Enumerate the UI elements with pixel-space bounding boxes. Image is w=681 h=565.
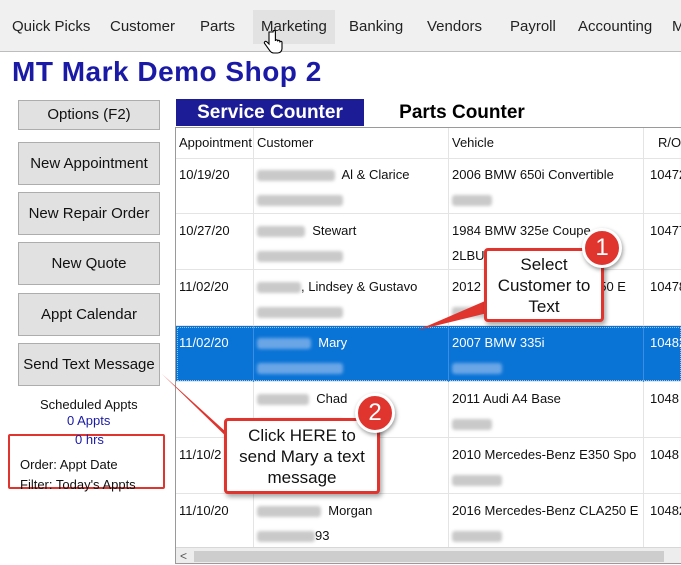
row-customer: Stewart [257,223,356,238]
row-ro: 1048 [650,391,679,406]
new-quote-button[interactable]: New Quote [18,242,160,285]
appt-calendar-label: Appt Calendar [41,306,137,323]
filter-label: Filter: Today's Appts [20,477,136,492]
row-ro: 10482 [650,335,681,350]
options-button-label: Options (F2) [47,106,131,123]
left-panel: Options (F2) New Appointment New Repair … [0,96,172,565]
menu-payroll[interactable]: Payroll [510,10,556,44]
row-phone: 93 [257,528,329,543]
row-ro: 10478 [650,279,681,294]
row-date: 10/27/20 [179,223,230,238]
grid-header: Appointment Customer Vehicle R/O [176,128,681,159]
row-date: 11/02/20 [179,279,229,294]
row-date: 11/10/20 [179,503,229,518]
horizontal-scrollbar[interactable]: < [176,547,681,563]
row-ro: 10482 [650,503,681,518]
row-vehicle: 2007 BMW 335i [452,335,545,350]
top-menu-bar: Quick Picks Customer Parts Marketing Ban… [0,0,681,54]
scroll-thumb[interactable] [194,551,664,562]
row-phone-blurred [257,192,343,207]
shop-title: MT Mark Demo Shop 2 [12,56,322,87]
row-vehicle: 2011 Audi A4 Base [452,391,561,406]
appts-count: 0 Appts [67,413,111,428]
row-vehicle: 2006 BMW 650i Convertible [452,167,614,182]
column-ro[interactable]: R/O [644,128,681,158]
row-customer: Chad [257,391,347,406]
callout-1-badge: 1 [582,228,622,268]
row-customer: Mary [257,335,347,350]
row-phone-blurred [257,360,343,375]
menu-vendors[interactable]: Vendors [427,10,482,44]
appointments-grid: Appointment Customer Vehicle R/O 10/19/2… [175,127,681,564]
row-date: 10/19/20 [179,167,230,182]
new-repair-order-button[interactable]: New Repair Order [18,192,160,235]
row-customer: , Lindsey & Gustavo [257,279,417,294]
callout-send-text: Click HERE to send Mary a text message [224,418,380,494]
send-text-message-label: Send Text Message [23,356,155,373]
menu-banking[interactable]: Banking [349,10,403,44]
row-ro: 10477 [650,223,681,238]
order-label: Order: Appt Date [20,457,118,472]
row-plate-blurred [452,528,502,543]
row-plate: 2LBU [452,248,485,263]
scheduled-appts-label: Scheduled Appts [40,397,138,412]
row-customer: Al & Clarice [257,167,409,182]
row-ro: 1048 [650,447,679,462]
options-button[interactable]: Options (F2) [18,100,160,130]
column-vehicle[interactable]: Vehicle [449,128,644,158]
row-vehicle: 2016 Mercedes-Benz CLA250 E [452,503,639,518]
row-plate-blurred [452,360,502,375]
row-vehicle: 2012 350 E [452,279,626,294]
new-appointment-label: New Appointment [30,155,148,172]
row-phone-blurred [257,304,343,319]
row-customer: Morgan [257,503,372,518]
menu-customer[interactable]: Customer [110,10,175,44]
appt-calendar-button[interactable]: Appt Calendar [18,293,160,336]
row-plate-blurred [452,192,492,207]
column-appointment[interactable]: Appointment [176,128,254,158]
row-ro: 10472 [650,167,681,182]
new-quote-label: New Quote [51,255,127,272]
new-appointment-button[interactable]: New Appointment [18,142,160,185]
scroll-left-arrow-icon[interactable]: < [180,548,187,563]
row-phone-blurred [257,248,343,263]
table-row[interactable]: 11/10/20 Morgan 93 2016 Mercedes-Benz CL… [176,494,681,550]
hours-count: 0 hrs [75,432,104,447]
row-plate-blurred [452,416,492,431]
tab-service-counter[interactable]: Service Counter [176,99,364,126]
menu-more[interactable]: M [672,10,681,44]
send-text-message-button[interactable]: Send Text Message [18,343,160,386]
row-vehicle: 2010 Mercedes-Benz E350 Spo [452,447,637,462]
menu-accounting[interactable]: Accounting [578,10,652,44]
row-vehicle: 1984 BMW 325e Coupe [452,223,591,238]
table-row[interactable]: 10/19/20 Al & Clarice 2006 BMW 650i Conv… [176,158,681,214]
callout-2-badge: 2 [355,393,395,433]
callout-2-text: Click HERE to send Mary a text message [239,426,365,487]
table-row[interactable]: 11/02/20 , Lindsey & Gustavo 2012 350 E 1… [176,270,681,326]
row-plate-blurred [452,472,502,487]
menu-quick-picks[interactable]: Quick Picks [12,10,90,44]
table-row-selected[interactable]: 11/02/20 Mary 2007 BMW 335i 10482 [176,326,681,382]
menu-parts[interactable]: Parts [200,10,235,44]
row-date: 11/02/20 [179,335,229,350]
callout-1-text: Select Customer to Text [497,255,591,316]
column-customer[interactable]: Customer [254,128,449,158]
hand-cursor-icon [263,30,283,54]
new-repair-order-label: New Repair Order [28,205,150,222]
tab-parts-counter[interactable]: Parts Counter [372,99,552,126]
row-date: 11/10/2 [179,447,222,462]
